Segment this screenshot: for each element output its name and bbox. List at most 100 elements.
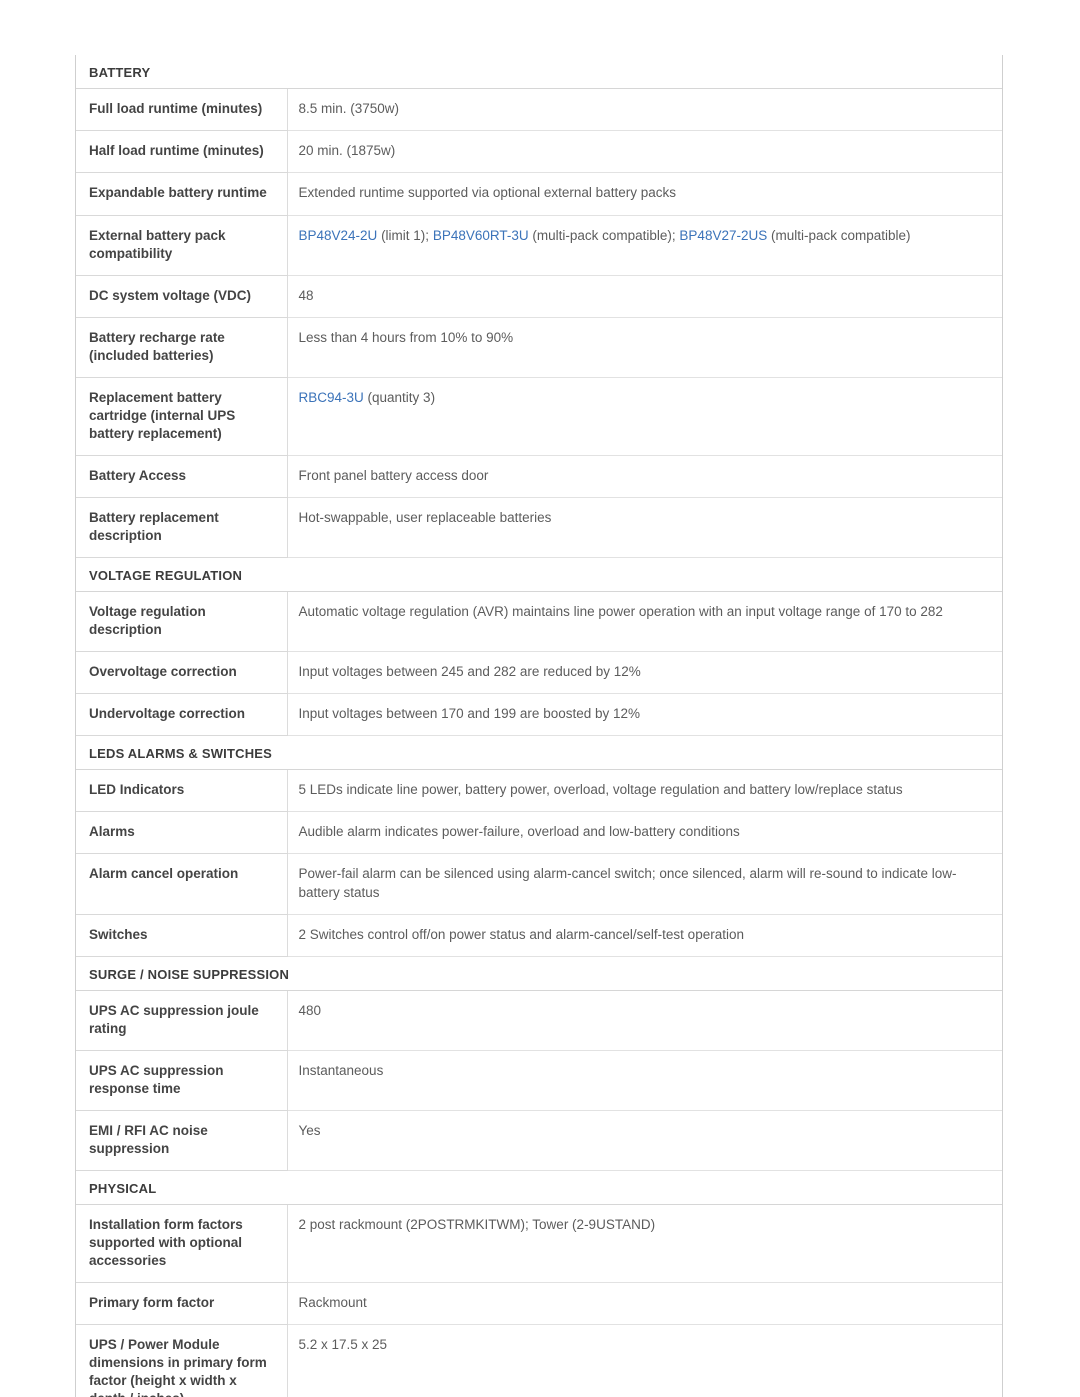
- spec-value-text: 2 Switches control off/on power status a…: [298, 926, 744, 942]
- spec-value: 5.2 x 17.5 x 25: [286, 1324, 1002, 1397]
- spec-value: Less than 4 hours from 10% to 90%: [286, 317, 1002, 378]
- spec-label: External battery pack compatibility: [76, 215, 288, 276]
- spec-label: UPS / Power Module dimensions in primary…: [76, 1324, 288, 1397]
- section-title: BATTERY: [76, 55, 1002, 89]
- spec-value-text: Power-fail alarm can be silenced using a…: [298, 866, 957, 900]
- table-row: Alarms Audible alarm indicates power-fail…: [76, 811, 1002, 855]
- spec-label: Half load runtime (minutes): [76, 130, 288, 174]
- table-row: UPS AC suppression joule rating 480: [76, 990, 1002, 1052]
- spec-value: Power-fail alarm can be silenced using a…: [286, 853, 1002, 915]
- spec-value-text: Less than 4 hours from 10% to 90%: [298, 329, 514, 345]
- table-row: Battery replacement description Hot-swapp…: [76, 497, 1002, 558]
- spec-value: Instantaneous: [286, 1050, 1002, 1111]
- spec-value-text: (multi-pack compatible);: [528, 227, 680, 243]
- spec-label: Replacement battery cartridge (internal …: [76, 377, 288, 456]
- spec-value: 8.5 min. (3750w): [286, 88, 1002, 132]
- spec-value: 2 post rackmount (2POSTRMKITWM); Tower (…: [286, 1204, 1002, 1283]
- table-row: Installation form factors supported with…: [76, 1204, 1002, 1283]
- spec-label: UPS AC suppression response time: [76, 1050, 288, 1111]
- spec-value-text: Instantaneous: [298, 1063, 384, 1079]
- spec-value-text: Front panel battery access door: [298, 467, 489, 483]
- table-row: Battery recharge rate (included batterie…: [76, 317, 1002, 378]
- section-header-row: VOLTAGE REGULATION: [76, 557, 1002, 592]
- spec-value-text: Hot-swappable, user replaceable batterie…: [298, 509, 552, 525]
- spec-value-text: Extended runtime supported via optional …: [298, 185, 676, 201]
- spec-value-text: Rackmount: [298, 1294, 367, 1310]
- spec-label: UPS AC suppression joule rating: [76, 990, 288, 1052]
- table-row: Half load runtime (minutes) 20 min. (1875…: [76, 130, 1002, 174]
- spec-value: 5 LEDs indicate line power, battery powe…: [286, 769, 1002, 813]
- spec-value: 48: [286, 275, 1002, 318]
- spec-value: Automatic voltage regulation (AVR) maint…: [286, 591, 1002, 652]
- spec-label: Installation form factors supported with…: [76, 1204, 288, 1283]
- spec-value: 2 Switches control off/on power status a…: [286, 914, 1002, 958]
- spec-label: Switches: [76, 914, 288, 958]
- spec-value-text: 5.2 x 17.5 x 25: [298, 1336, 388, 1352]
- spec-label: Primary form factor: [76, 1282, 288, 1325]
- spec-value: Rackmount: [286, 1282, 1002, 1325]
- spec-value: Extended runtime supported via optional …: [286, 172, 1002, 216]
- spec-value-text: 480: [298, 1003, 322, 1019]
- spec-value-text: Automatic voltage regulation (AVR) maint…: [298, 603, 943, 619]
- table-row: UPS / Power Module dimensions in primary…: [76, 1324, 1002, 1397]
- spec-value: 480: [286, 990, 1002, 1052]
- spec-value-link[interactable]: BP48V27-2US: [679, 228, 767, 243]
- table-row: Battery Access Front panel battery access…: [76, 455, 1002, 498]
- spec-value: Input voltages between 245 and 282 are r…: [286, 651, 1002, 694]
- table-row: Primary form factor Rackmount: [76, 1282, 1002, 1325]
- table-row: Switches 2 Switches control off/on power …: [76, 914, 1002, 958]
- section-title: PHYSICAL: [76, 1170, 1002, 1205]
- spec-value-text: Audible alarm indicates power-failure, o…: [298, 824, 740, 840]
- spec-value: Yes: [286, 1110, 1002, 1171]
- table-row: Alarm cancel operation Power-fail alarm c…: [76, 853, 1002, 915]
- table-row: Undervoltage correction Input voltages be…: [76, 693, 1002, 737]
- table-row: DC system voltage (VDC) 48: [76, 275, 1002, 318]
- table-row: Expandable battery runtime Extended runti…: [76, 172, 1002, 216]
- spec-value: RBC94-3U (quantity 3): [286, 377, 1002, 456]
- spec-label: Battery Access: [76, 455, 288, 498]
- section-header-row: BATTERY: [76, 55, 1002, 89]
- section-title: LEDS ALARMS & SWITCHES: [76, 735, 1002, 771]
- spec-label: Battery replacement description: [76, 497, 288, 558]
- section-header-row: SURGE / NOISE SUPPRESSION: [76, 956, 1002, 992]
- spec-value-text: (quantity 3): [363, 389, 436, 405]
- table-row: External battery pack compatibility BP48V…: [76, 215, 1002, 276]
- table-row: Overvoltage correction Input voltages bet…: [76, 651, 1002, 694]
- spec-label: Voltage regulation description: [76, 591, 288, 652]
- spec-label: EMI / RFI AC noise suppression: [76, 1110, 288, 1171]
- table-row: LED Indicators 5 LEDs indicate line power…: [76, 769, 1002, 813]
- spec-value-link[interactable]: BP48V24-2U: [299, 228, 378, 243]
- spec-value: 20 min. (1875w): [286, 130, 1002, 174]
- section-header-row: PHYSICAL: [76, 1170, 1002, 1205]
- spec-value-text: 20 min. (1875w): [298, 143, 396, 159]
- spec-value: Front panel battery access door: [286, 455, 1002, 498]
- spec-value-text: 8.5 min. (3750w): [298, 101, 400, 116]
- table-row: Replacement battery cartridge (internal …: [76, 377, 1002, 456]
- spec-value-link[interactable]: BP48V60RT-3U: [433, 228, 529, 243]
- section-title: VOLTAGE REGULATION: [76, 557, 1002, 592]
- specifications-container: BATTERY Full load runtime (minutes) 8.5 mi…: [75, 55, 1003, 1397]
- spec-label: Full load runtime (minutes): [76, 88, 288, 132]
- specification-page: BATTERY Full load runtime (minutes) 8.5 mi…: [0, 0, 1080, 1397]
- spec-value-text: 5 LEDs indicate line power, battery powe…: [298, 782, 903, 798]
- spec-value-text: 2 post rackmount (2POSTRMKITWM); Tower (…: [298, 1216, 656, 1232]
- spec-value-link[interactable]: RBC94-3U: [299, 390, 364, 405]
- table-row: Full load runtime (minutes) 8.5 min. (375…: [76, 88, 1002, 132]
- table-row: Voltage regulation description Automatic …: [76, 591, 1002, 652]
- table-row: UPS AC suppression response time Instanta…: [76, 1050, 1002, 1111]
- spec-label: Alarms: [76, 811, 288, 855]
- spec-label: Overvoltage correction: [76, 651, 288, 694]
- spec-value-text: Yes: [298, 1122, 321, 1138]
- spec-label: Alarm cancel operation: [76, 853, 288, 915]
- section-title: SURGE / NOISE SUPPRESSION: [76, 956, 1002, 992]
- spec-label: LED Indicators: [76, 769, 288, 813]
- spec-value: Audible alarm indicates power-failure, o…: [286, 811, 1002, 855]
- spec-value-text: (limit 1);: [377, 227, 433, 243]
- spec-label: Battery recharge rate (included batterie…: [76, 317, 288, 378]
- spec-value-text: (multi-pack compatible): [767, 227, 911, 243]
- spec-label: Expandable battery runtime: [76, 172, 288, 216]
- specifications-table: BATTERY Full load runtime (minutes) 8.5 mi…: [76, 55, 1002, 1397]
- spec-value-text: Input voltages between 170 and 199 are b…: [298, 705, 641, 721]
- spec-label: Undervoltage correction: [76, 693, 288, 737]
- spec-value-text: Input voltages between 245 and 282 are r…: [298, 663, 641, 679]
